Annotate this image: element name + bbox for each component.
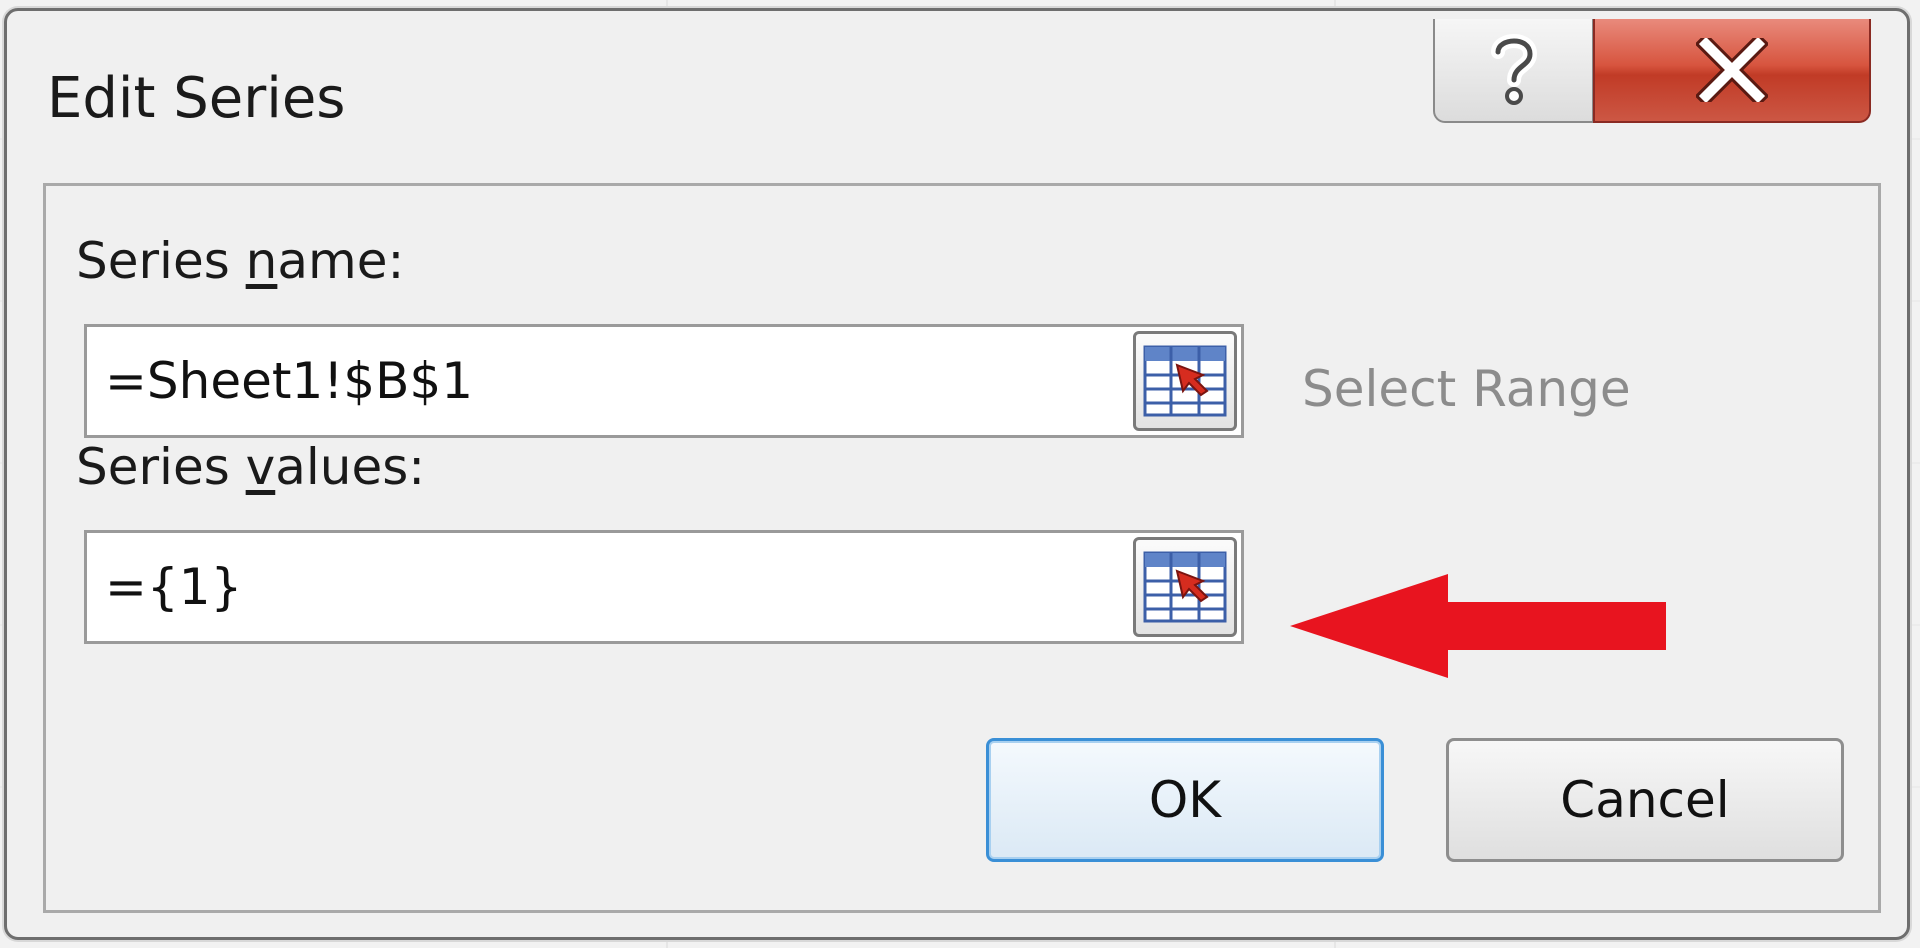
series-values-label: Series values:	[76, 438, 426, 496]
series-name-field	[84, 324, 1244, 438]
dialog-title: Edit Series	[47, 66, 346, 131]
red-arrow-left-icon	[1290, 574, 1666, 678]
series-name-input[interactable]	[87, 327, 1127, 435]
series-values-input[interactable]	[87, 533, 1127, 641]
series-group-box: Series name: Select Range Series values:	[43, 183, 1881, 913]
close-button[interactable]	[1593, 19, 1871, 123]
caption-buttons	[1433, 19, 1871, 131]
ok-button[interactable]: OK	[986, 738, 1384, 862]
series-name-range-button[interactable]	[1133, 331, 1237, 431]
series-name-label: Series name:	[76, 232, 405, 290]
cancel-button[interactable]: Cancel	[1446, 738, 1844, 862]
range-select-icon	[1143, 345, 1227, 417]
question-icon	[1490, 34, 1537, 105]
help-button[interactable]	[1433, 19, 1593, 123]
series-values-field	[84, 530, 1244, 644]
select-range-hint: Select Range	[1302, 360, 1631, 418]
series-values-range-button[interactable]	[1133, 537, 1237, 637]
close-icon	[1696, 38, 1768, 102]
range-select-icon	[1143, 551, 1227, 623]
edit-series-dialog: Edit Series Series name: =Sheet1!$B$1 Se…	[4, 8, 1910, 940]
